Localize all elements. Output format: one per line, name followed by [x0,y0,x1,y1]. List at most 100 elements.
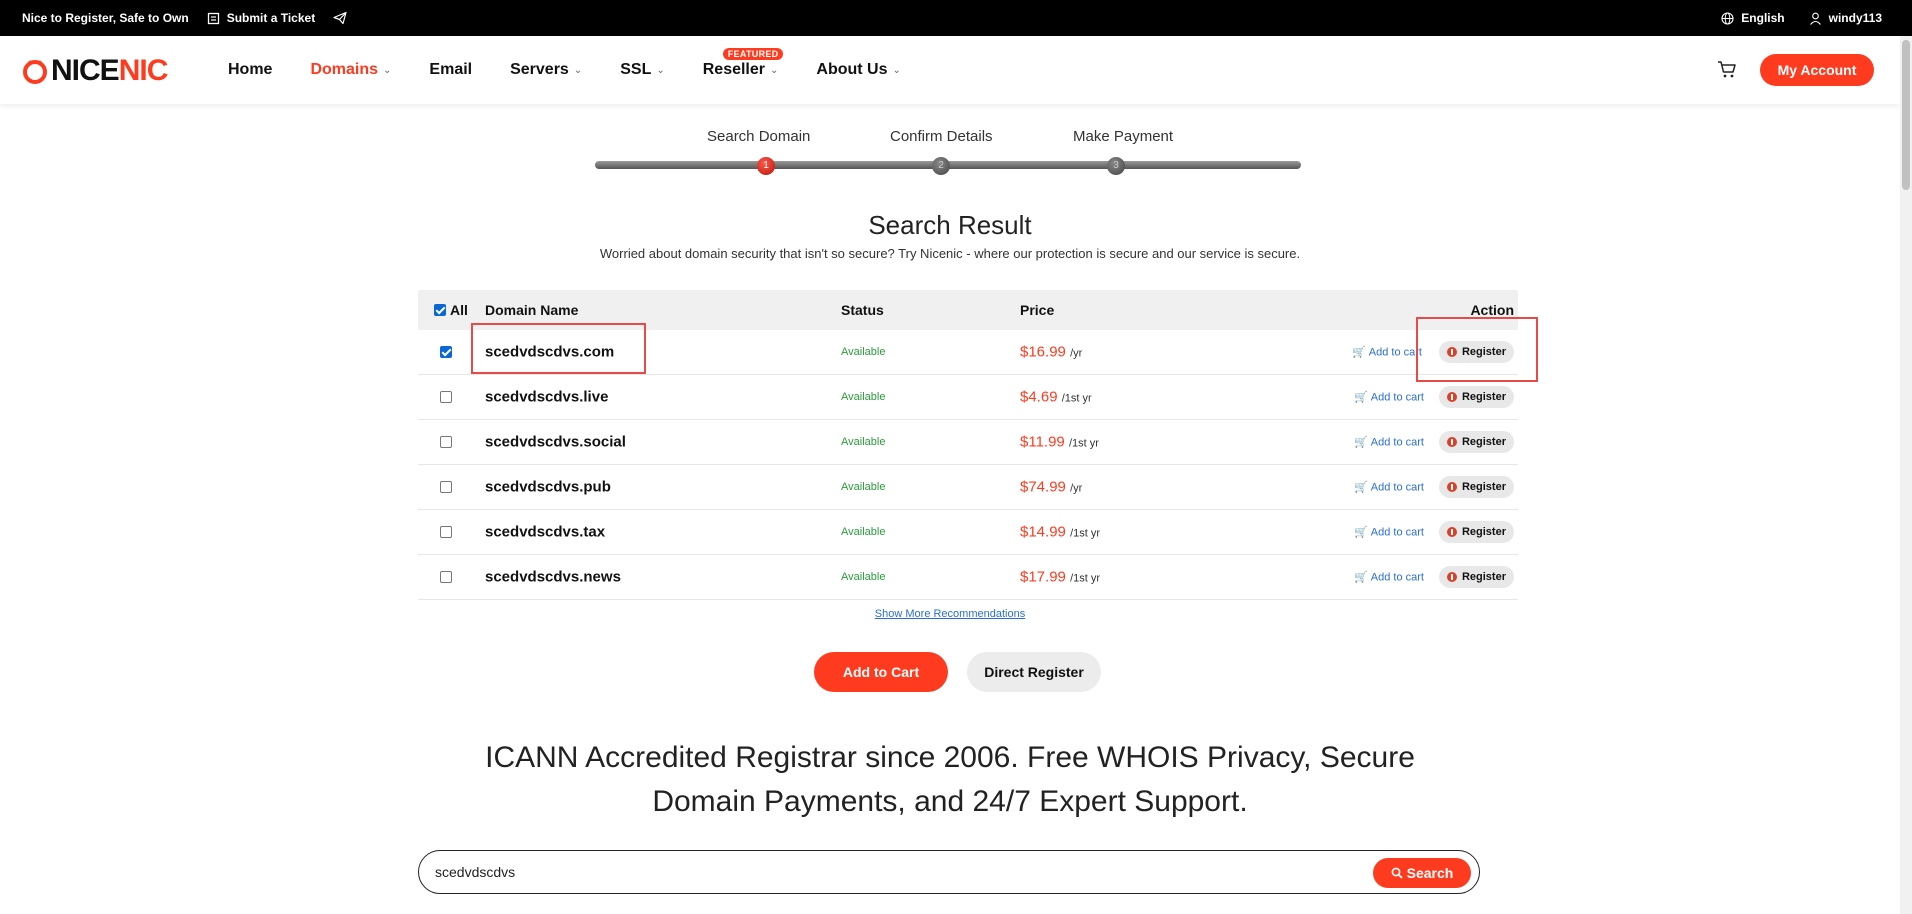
register-button[interactable]: Register [1438,431,1514,453]
row-checkbox-wrap[interactable] [440,433,452,451]
nav-home-label: Home [228,61,273,78]
nav-servers[interactable]: Servers ⌄ [510,61,582,79]
add-to-cart-link[interactable]: 🛒 Add to cart [1354,481,1424,494]
power-icon [1446,437,1457,447]
add-to-cart-link[interactable]: 🛒 Add to cart [1354,571,1424,584]
domain-name: scedvdscdvs.tax [485,523,606,541]
price: $14.99 /1st yr [1020,524,1100,541]
nav-home[interactable]: Home [228,61,272,79]
direct-register-button[interactable]: Direct Register [967,652,1101,692]
price: $16.99 /yr [1020,344,1082,361]
register-button[interactable]: Register [1438,521,1514,543]
select-all-checkbox[interactable] [434,304,446,316]
step-dot-3: 3 [1107,157,1125,175]
highlight-box-register [1416,317,1538,382]
nav-reseller-label: Reseller [702,61,765,78]
price: $74.99 /yr [1020,479,1082,496]
nav-domains-label: Domains [310,61,379,78]
row-checkbox[interactable] [440,345,452,358]
nav-email-label: Email [429,61,473,78]
row-checkbox[interactable] [440,525,452,538]
nav-domains[interactable]: Domains ⌄ [310,61,391,79]
submit-ticket-label: Submit a Ticket [226,11,316,25]
nav-ssl[interactable]: SSL ⌄ [620,61,665,79]
price-unit: /1st yr [1070,572,1101,585]
add-to-cart-label: Add to cart [1368,346,1422,358]
price-value: $16.99 [1020,343,1066,361]
row-checkbox-wrap[interactable] [440,343,452,361]
nav-about-us[interactable]: About Us ⌄ [816,61,901,79]
progress-steps: Search Domain Confirm Details Make Payme… [595,126,1301,176]
price: $4.69 /1st yr [1020,389,1092,406]
price-unit: /1st yr [1068,437,1099,450]
cart-icon: 🛒 [1354,571,1368,584]
add-to-cart-link[interactable]: 🛒 Add to cart [1352,346,1422,359]
price-unit: /1st yr [1061,392,1092,405]
nav-menu: Home Domains ⌄ Email Servers ⌄ SSL ⌄ FEATUR… [228,36,939,104]
scrollbar-thumb[interactable] [1902,40,1910,190]
language-selector[interactable]: English [1721,11,1785,25]
add-to-cart-label: Add to cart [1370,391,1424,403]
globe-icon [1721,11,1734,25]
price-value: $4.69 [1020,388,1058,406]
power-icon [1446,527,1457,537]
register-button[interactable]: Register [1438,476,1514,498]
row-checkbox-wrap[interactable] [440,388,452,406]
chevron-down-icon: ⌄ [770,64,779,76]
add-to-cart-label: Add to cart [1370,571,1424,583]
nav-email[interactable]: Email [429,61,472,79]
select-all[interactable]: All [434,302,468,318]
select-all-label: All [450,302,468,318]
add-to-cart-link[interactable]: 🛒 Add to cart [1354,436,1424,449]
chevron-down-icon: ⌄ [656,64,665,76]
add-to-cart-link[interactable]: 🛒 Add to cart [1354,526,1424,539]
domain-name: scedvdscdvs.pub [485,478,611,496]
register-button[interactable]: Register [1438,386,1514,408]
chevron-down-icon: ⌄ [892,64,901,76]
price-unit: /yr [1070,482,1083,495]
row-checkbox[interactable] [440,570,452,583]
search-button-label: Search [1406,865,1454,881]
row-checkbox-wrap[interactable] [440,523,452,541]
domain-search-input[interactable] [435,861,1235,883]
nicenic-logo[interactable]: NICE NIC [22,54,169,88]
my-account-button[interactable]: My Account [1760,54,1874,86]
power-icon [1446,392,1457,402]
telegram-icon[interactable] [333,11,347,25]
main-nav: NICE NIC Home Domains ⌄ Email Servers ⌄ SSL… [0,36,1900,104]
table-row: scedvdscdvs.news Available $17.99 /1st y… [418,555,1518,600]
nav-reseller[interactable]: FEATURED Reseller ⌄ [702,48,784,79]
table-row: scedvdscdvs.social Available $11.99 /1st… [418,420,1518,465]
page-scrollbar[interactable] [1900,36,1912,914]
nav-about-label: About Us [816,61,888,78]
tagline-line-1: ICANN Accredited Registrar since 2006. F… [485,741,1415,774]
user-menu[interactable]: windy113 [1809,11,1882,25]
row-checkbox[interactable] [440,480,452,493]
logo-text-nic: NIC [118,54,169,87]
row-checkbox-wrap[interactable] [440,478,452,496]
price: $11.99 /1st yr [1020,434,1099,451]
add-to-cart-button[interactable]: Add to Cart [814,652,948,692]
nav-ssl-label: SSL [620,61,652,78]
search-button[interactable]: Search [1373,858,1471,888]
chevron-down-icon: ⌄ [383,64,392,76]
register-label: Register [1461,436,1506,448]
show-more-recommendations-link[interactable]: Show More Recommendations [0,608,1900,620]
step-dot-1: 1 [757,157,775,175]
price-value: $17.99 [1020,568,1066,586]
cart-icon: 🛒 [1354,481,1368,494]
row-checkbox[interactable] [440,435,452,448]
domain-search-box: Search [418,850,1480,894]
row-checkbox[interactable] [440,390,452,403]
header-price: Price [1020,302,1055,318]
status-text: Available [841,526,886,538]
shopping-cart-icon[interactable] [1716,58,1738,85]
table-row: scedvdscdvs.tax Available $14.99 /1st yr… [418,510,1518,555]
header-status: Status [841,302,884,318]
add-to-cart-link[interactable]: 🛒 Add to cart [1354,391,1424,404]
submit-ticket-link[interactable]: Submit a Ticket [207,11,315,25]
register-button[interactable]: Register [1438,566,1514,588]
row-checkbox-wrap[interactable] [440,568,452,586]
slogan: Nice to Register, Safe to Own [22,11,189,25]
ticket-icon [207,12,220,25]
